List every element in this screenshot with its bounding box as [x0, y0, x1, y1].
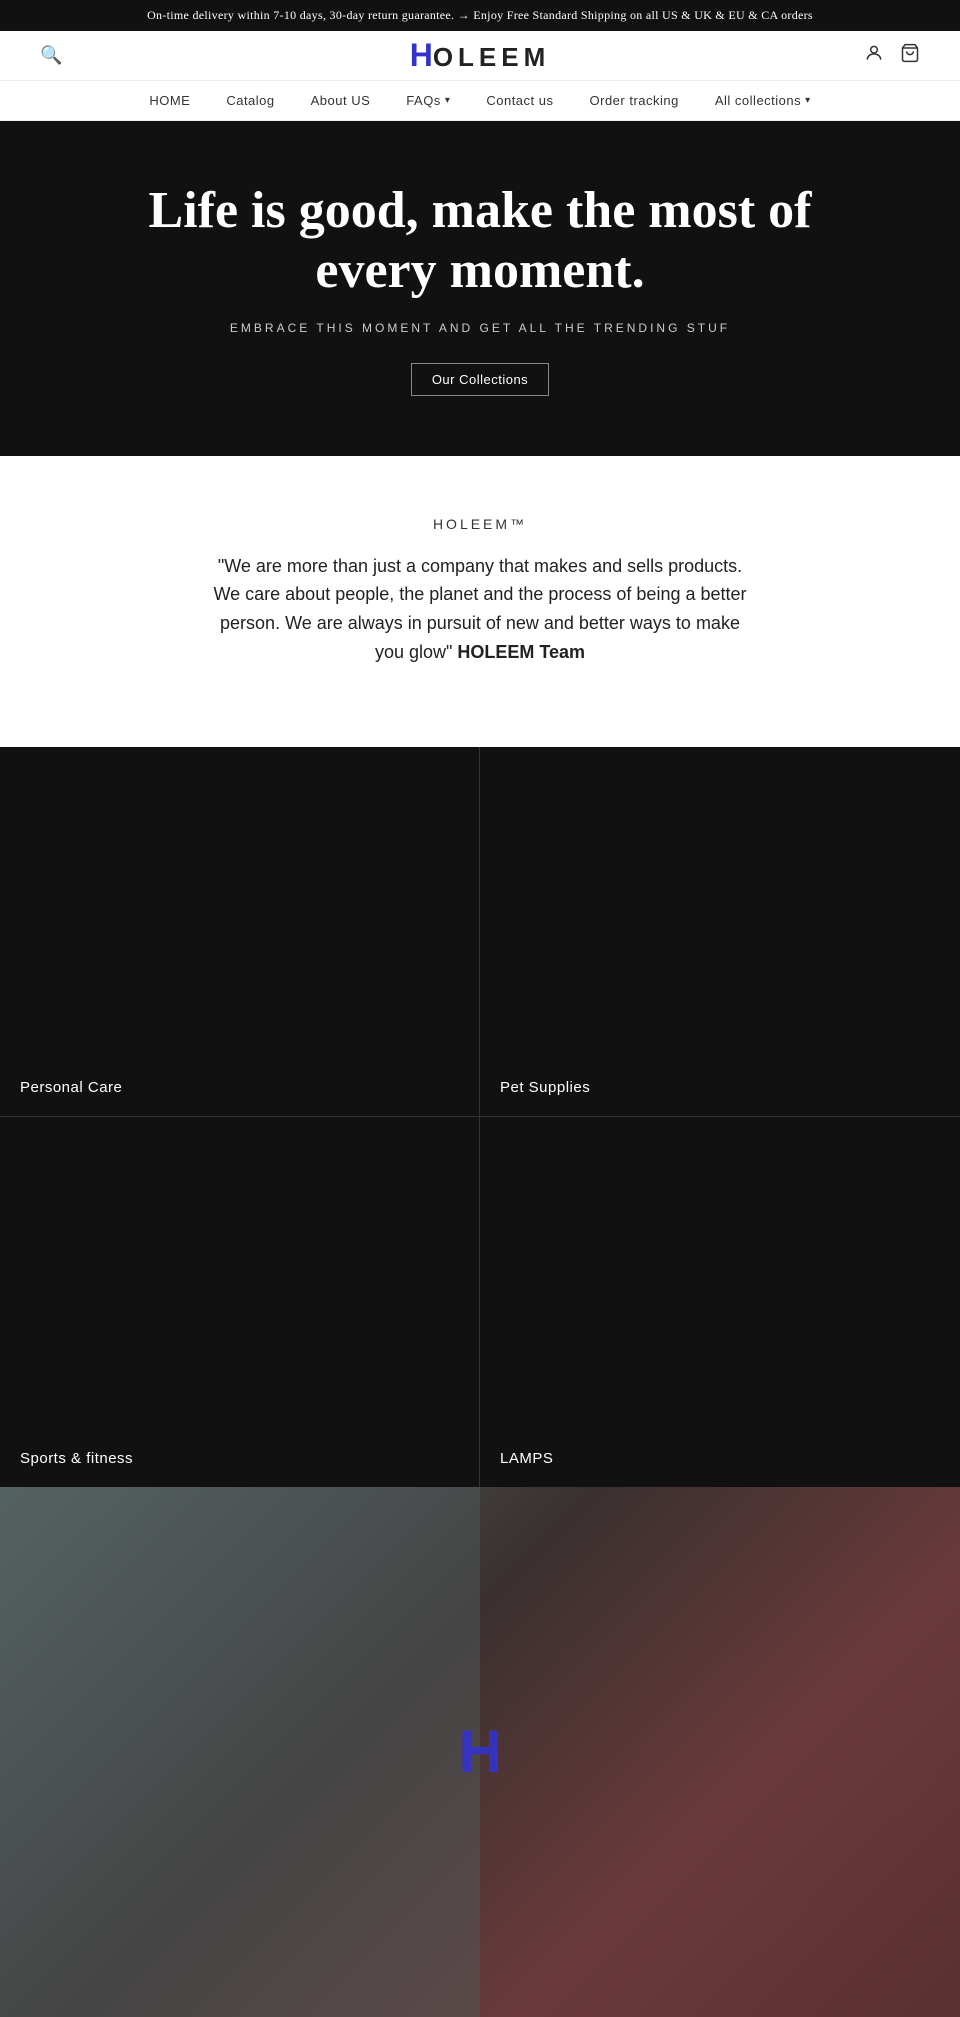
logo-text: HOLEEM [410, 37, 551, 74]
collection-sports-fitness[interactable]: Sports & fitness [0, 1117, 480, 1487]
collection-personal-care[interactable]: Personal Care [0, 747, 480, 1117]
bottom-section: H [0, 1487, 960, 2017]
nav-label-home: HOME [149, 93, 190, 108]
collection-pet-supplies[interactable]: Pet Supplies [480, 747, 960, 1117]
cart-icon[interactable] [900, 43, 920, 68]
hero-subtitle: EMBRACE THIS MOMENT AND GET ALL THE TREN… [230, 321, 730, 335]
chevron-down-icon: ▾ [445, 95, 451, 106]
header-left: 🔍 [40, 45, 62, 66]
collection-label-pet-supplies: Pet Supplies [500, 1079, 590, 1096]
collection-lamps[interactable]: LAMPS [480, 1117, 960, 1487]
nav-item-contact[interactable]: Contact us [486, 93, 553, 108]
nav-item-catalog[interactable]: Catalog [226, 93, 274, 108]
hero-section: Life is good, make the most of every mom… [0, 121, 960, 456]
nav-label-all-collections: All collections [715, 93, 801, 108]
nav-label-about: About US [311, 93, 371, 108]
main-nav: HOME Catalog About US FAQs ▾ Contact us … [0, 81, 960, 121]
nav-item-about[interactable]: About US [311, 93, 371, 108]
header: 🔍 HOLEEM [0, 31, 960, 81]
nav-label-contact: Contact us [486, 93, 553, 108]
chevron-down-icon-2: ▾ [805, 95, 811, 106]
logo[interactable]: HOLEEM [410, 37, 551, 74]
collections-grid: Personal Care Pet Supplies Sports & fitn… [0, 747, 960, 1487]
collection-label-lamps: LAMPS [500, 1450, 553, 1467]
bottom-logo: H [458, 1717, 501, 1786]
about-section: HOLEEM™ "We are more than just a company… [0, 456, 960, 707]
account-icon[interactable] [864, 43, 884, 68]
nav-item-home[interactable]: HOME [149, 93, 190, 108]
collection-label-personal-care: Personal Care [20, 1079, 122, 1096]
about-quote-author: HOLEEM Team [457, 642, 585, 662]
about-quote: "We are more than just a company that ma… [210, 552, 750, 667]
nav-item-all-collections[interactable]: All collections ▾ [715, 93, 811, 108]
nav-label-order-tracking: Order tracking [590, 93, 679, 108]
hero-collections-button[interactable]: Our Collections [411, 363, 549, 396]
announcement-text: On-time delivery within 7-10 days, 30-da… [147, 8, 813, 22]
header-right [864, 43, 920, 68]
about-brand-name: HOLEEM™ [210, 516, 750, 532]
nav-item-faqs[interactable]: FAQs ▾ [406, 93, 450, 108]
collection-label-sports-fitness: Sports & fitness [20, 1450, 133, 1467]
logo-suffix: OLEEM [433, 42, 550, 72]
logo-h-letter: H [410, 37, 433, 73]
announcement-bar: On-time delivery within 7-10 days, 30-da… [0, 0, 960, 31]
nav-label-catalog: Catalog [226, 93, 274, 108]
search-icon[interactable]: 🔍 [40, 45, 62, 66]
nav-label-faqs: FAQs [406, 93, 441, 108]
hero-title: Life is good, make the most of every mom… [130, 181, 830, 301]
nav-item-order-tracking[interactable]: Order tracking [590, 93, 679, 108]
